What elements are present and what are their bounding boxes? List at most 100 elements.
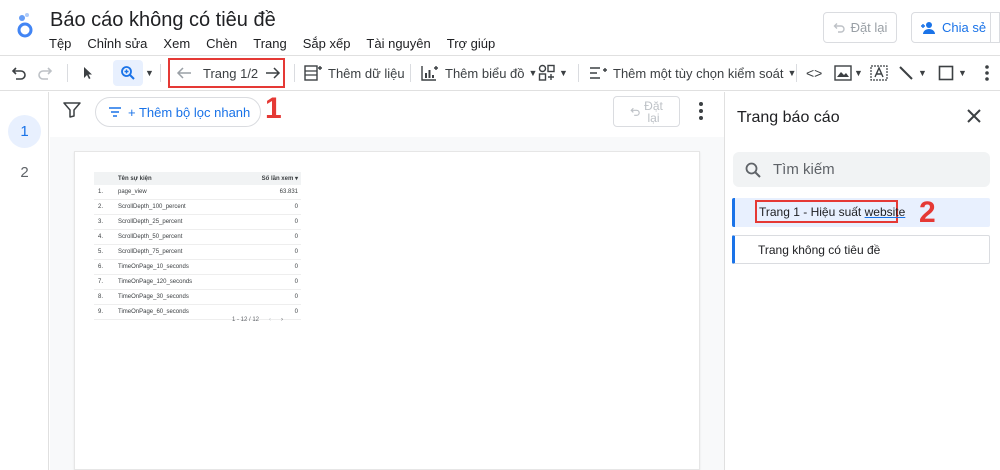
rail-page-2[interactable]: 2 bbox=[8, 156, 41, 189]
column-header-views[interactable]: Số lần xem ▾ bbox=[248, 175, 301, 182]
add-quick-filter-button[interactable]: + Thêm bộ lọc nhanh bbox=[95, 97, 261, 127]
annotation-marker-2: 2 bbox=[919, 196, 936, 229]
components-icon bbox=[538, 64, 555, 81]
more-options-icon[interactable] bbox=[985, 56, 989, 90]
report-pages-panel bbox=[724, 92, 1000, 470]
menu-page[interactable]: Trang bbox=[253, 36, 286, 51]
row-index: 6. bbox=[98, 264, 104, 270]
add-component-button[interactable]: ▼ bbox=[538, 56, 568, 90]
add-chart-button[interactable]: Thêm biểu đồ ▼ bbox=[421, 56, 537, 90]
menu-arrange[interactable]: Sắp xếp bbox=[303, 36, 351, 51]
event-name-cell: TimeOnPage_10_seconds bbox=[118, 264, 189, 270]
data-table[interactable]: Tên sự kiện Số lần xem ▾ 1. page_view 63.8… bbox=[94, 172, 301, 323]
table-row[interactable]: 7. TimeOnPage_120_seconds 0 bbox=[94, 275, 301, 290]
row-index: 7. bbox=[98, 279, 104, 285]
column-header-event-name[interactable]: Tên sự kiện bbox=[118, 176, 248, 182]
undo-icon[interactable] bbox=[10, 56, 26, 90]
sort-desc-icon: ▾ bbox=[294, 176, 298, 182]
panel-title: Trang báo cáo bbox=[737, 109, 840, 126]
row-index: 9. bbox=[98, 309, 104, 315]
control-icon bbox=[590, 67, 607, 79]
event-name-cell: ScrollDepth_75_percent bbox=[118, 249, 183, 255]
table-row[interactable]: 5. ScrollDepth_75_percent 0 bbox=[94, 245, 301, 260]
image-dropdown-icon: ▼ bbox=[854, 68, 863, 78]
event-name-cell: ScrollDepth_25_percent bbox=[118, 219, 183, 225]
embed-code-icon[interactable]: <> bbox=[806, 56, 822, 90]
table-row[interactable]: 3. ScrollDepth_25_percent 0 bbox=[94, 215, 301, 230]
search-placeholder: Tìm kiếm bbox=[773, 161, 835, 178]
menu-edit[interactable]: Chỉnh sửa bbox=[87, 36, 147, 51]
reset-button[interactable]: Đặt lại bbox=[823, 12, 897, 43]
menu-help[interactable]: Trợ giúp bbox=[447, 36, 496, 51]
page-indicator[interactable]: Trang 1/2 bbox=[203, 56, 258, 90]
shape-rectangle-icon[interactable]: ▼ bbox=[938, 56, 967, 90]
rail-page-1[interactable]: 1 bbox=[8, 115, 41, 148]
row-index: 3. bbox=[98, 219, 104, 225]
table-row[interactable]: 6. TimeOnPage_10_seconds 0 bbox=[94, 260, 301, 275]
add-control-button[interactable]: Thêm một tùy chọn kiểm soát ▼ bbox=[589, 56, 796, 90]
search-input[interactable]: Tìm kiếm bbox=[733, 152, 990, 187]
share-dropdown-caret[interactable] bbox=[990, 12, 1000, 43]
share-button-label: Chia sẻ bbox=[942, 20, 987, 35]
views-cell: 0 bbox=[294, 249, 298, 255]
table-body: 1. page_view 63.831 2. ScrollDepth_100_perce… bbox=[94, 185, 301, 323]
zoom-in-icon[interactable] bbox=[120, 56, 136, 90]
menu-view[interactable]: Xem bbox=[163, 36, 190, 51]
reset-button-label: Đặt lại bbox=[850, 20, 888, 35]
search-icon bbox=[745, 162, 761, 178]
event-name-cell: ScrollDepth_50_percent bbox=[118, 234, 183, 240]
image-icon[interactable]: ▼ bbox=[834, 56, 863, 90]
shape-dropdown-icon: ▼ bbox=[958, 68, 967, 78]
table-row[interactable]: 4. ScrollDepth_50_percent 0 bbox=[94, 230, 301, 245]
menu-file[interactable]: Tệp bbox=[49, 36, 71, 51]
share-button[interactable]: Chia sẻ bbox=[911, 12, 1000, 43]
page-rail bbox=[0, 92, 49, 470]
row-index: 5. bbox=[98, 249, 104, 255]
next-page-arrow-icon[interactable] bbox=[265, 56, 281, 90]
menu-resource[interactable]: Tài nguyên bbox=[366, 36, 430, 51]
views-cell: 0 bbox=[294, 264, 298, 270]
views-cell: 0 bbox=[294, 204, 298, 210]
line-icon[interactable]: ▼ bbox=[898, 56, 927, 90]
page-1-name: Trang 1 - Hiệu suất bbox=[759, 204, 865, 219]
event-name-cell: TimeOnPage_30_seconds bbox=[118, 294, 189, 300]
canvas-reset-label-1: Đặt bbox=[644, 98, 663, 113]
canvas-more-icon[interactable] bbox=[694, 100, 708, 122]
menu-insert[interactable]: Chèn bbox=[206, 36, 237, 51]
page-list-item-2[interactable]: Trang không có tiêu đề bbox=[732, 235, 990, 264]
components-dropdown-icon: ▼ bbox=[559, 68, 568, 78]
canvas-reset-label-2: lại bbox=[647, 110, 660, 125]
page-list-item-1-label[interactable]: Trang 1 - Hiệu suất website bbox=[755, 200, 905, 223]
filter-list-icon bbox=[109, 107, 121, 117]
redo-icon[interactable] bbox=[38, 56, 54, 90]
views-cell: 0 bbox=[294, 279, 298, 285]
views-cell: 0 bbox=[294, 234, 298, 240]
next-page-icon[interactable]: › bbox=[281, 317, 283, 323]
table-row[interactable]: 1. page_view 63.831 bbox=[94, 185, 301, 200]
add-quick-filter-label: + Thêm bộ lọc nhanh bbox=[128, 104, 251, 120]
close-icon[interactable] bbox=[964, 106, 984, 126]
add-data-button[interactable]: Thêm dữ liệu bbox=[304, 56, 405, 90]
text-box-icon[interactable] bbox=[870, 56, 888, 90]
zoom-dropdown-icon[interactable]: ▼ bbox=[145, 56, 154, 90]
looker-studio-logo-icon[interactable] bbox=[14, 12, 36, 38]
select-cursor-icon[interactable] bbox=[82, 56, 94, 90]
views-cell: 63.831 bbox=[279, 189, 298, 195]
canvas-reset-button[interactable]: Đặt lại bbox=[613, 96, 680, 127]
table-row[interactable]: 8. TimeOnPage_30_seconds 0 bbox=[94, 290, 301, 305]
row-index: 8. bbox=[98, 294, 104, 300]
toolbar: ▼ Trang 1/2 Thêm dữ liệu Thêm biểu đồ ▼ … bbox=[0, 55, 1000, 91]
report-title[interactable]: Báo cáo không có tiêu đề bbox=[50, 9, 276, 32]
previous-page-arrow-icon[interactable] bbox=[176, 56, 192, 90]
pagination-range: 1 - 12 / 12 bbox=[232, 317, 260, 323]
views-cell: 0 bbox=[294, 309, 298, 315]
table-row[interactable]: 2. ScrollDepth_100_percent 0 bbox=[94, 200, 301, 215]
event-name-cell: TimeOnPage_120_seconds bbox=[118, 279, 193, 285]
filter-icon[interactable] bbox=[63, 102, 81, 123]
add-chart-icon bbox=[421, 66, 438, 81]
line-dropdown-icon: ▼ bbox=[918, 68, 927, 78]
event-name-cell: TimeOnPage_60_seconds bbox=[118, 309, 189, 315]
table-header: Tên sự kiện Số lần xem ▾ bbox=[94, 172, 301, 185]
previous-page-icon[interactable]: ‹ bbox=[269, 317, 271, 323]
event-name-cell: ScrollDepth_100_percent bbox=[118, 204, 186, 210]
